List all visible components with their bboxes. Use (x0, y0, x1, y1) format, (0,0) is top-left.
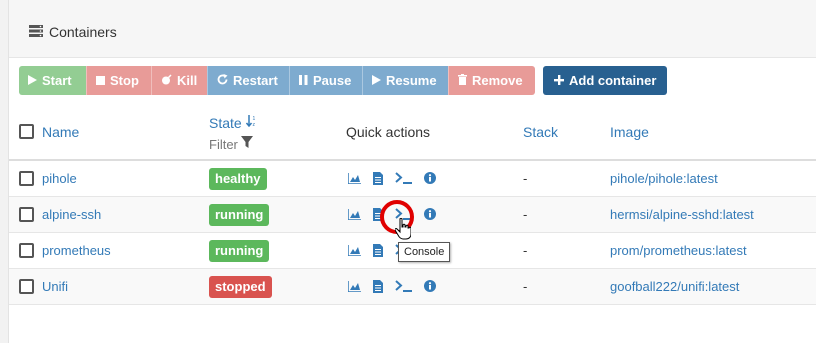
action-toolbar: Start Stop Kill Restart Pause Resume Rem… (19, 66, 668, 95)
select-all-checkbox[interactable] (19, 124, 34, 139)
plus-icon (554, 73, 564, 88)
stats-icon[interactable] (347, 171, 361, 185)
logs-icon[interactable] (371, 243, 385, 257)
console-icon[interactable] (395, 279, 413, 293)
bomb-icon (161, 73, 172, 88)
status-badge: running (209, 204, 270, 226)
pause-button-label: Pause (313, 73, 352, 88)
table-header-row: Name State 1z Filter Quick actions Stack… (9, 105, 816, 161)
trash-icon (458, 73, 467, 88)
quick-actions (347, 171, 447, 185)
panel-title-text: Containers (49, 24, 117, 40)
image-link[interactable]: pihole/pihole:latest (610, 171, 718, 186)
logs-icon[interactable] (371, 207, 385, 221)
table-row: alpine-ssh running - hermsi/alpine-sshd:… (9, 197, 816, 233)
container-name-link[interactable]: alpine-ssh (42, 207, 101, 222)
column-header-image[interactable]: Image (610, 124, 649, 140)
image-link[interactable]: hermsi/alpine-sshd:latest (610, 207, 754, 222)
start-button-label: Start (42, 73, 72, 88)
inspect-icon[interactable] (423, 171, 437, 185)
hand-cursor-icon (394, 217, 412, 245)
stop-icon (96, 73, 105, 88)
logs-icon[interactable] (371, 279, 385, 293)
panel-header: Containers (9, 0, 816, 58)
server-icon (29, 24, 43, 40)
column-header-state-label: State (209, 115, 242, 131)
column-header-quick-actions: Quick actions (346, 124, 431, 140)
resume-button[interactable]: Resume (362, 66, 448, 95)
inspect-icon[interactable] (423, 207, 437, 221)
filter-icon (240, 135, 253, 153)
console-tooltip: Console (398, 242, 451, 262)
row-checkbox[interactable] (19, 243, 34, 258)
status-badge: healthy (209, 168, 267, 190)
container-name-link[interactable]: prometheus (42, 243, 111, 258)
restart-button-label: Restart (233, 73, 278, 88)
resume-button-label: Resume (386, 73, 437, 88)
row-checkbox[interactable] (19, 279, 34, 294)
column-header-stack[interactable]: Stack (523, 124, 558, 140)
stop-button-label: Stop (110, 73, 139, 88)
status-badge: running (209, 240, 270, 262)
column-header-state[interactable]: State 1z (209, 114, 258, 132)
column-header-name[interactable]: Name (42, 124, 79, 140)
play-icon (372, 73, 381, 88)
stop-button[interactable]: Stop (86, 66, 151, 95)
remove-button[interactable]: Remove (448, 66, 535, 95)
state-filter[interactable]: Filter (209, 135, 253, 153)
play-icon (28, 73, 37, 88)
row-checkbox[interactable] (19, 171, 34, 186)
stats-icon[interactable] (347, 207, 361, 221)
row-checkbox[interactable] (19, 207, 34, 222)
container-name-link[interactable]: Unifi (42, 279, 68, 294)
stack-value: - (523, 207, 528, 222)
kill-button-label: Kill (177, 73, 198, 88)
remove-button-label: Remove (472, 73, 523, 88)
table-row: pihole healthy - pihole/pihole:latest (9, 161, 816, 197)
stats-icon[interactable] (347, 279, 361, 293)
table-row: Unifi stopped - goofball222/unifi:latest (9, 269, 816, 305)
container-name-link[interactable]: pihole (42, 171, 77, 186)
pause-icon (299, 73, 308, 88)
stack-value: - (523, 279, 528, 294)
stack-value: - (523, 243, 528, 258)
svg-text:z: z (252, 122, 255, 127)
image-link[interactable]: prom/prometheus:latest (610, 243, 747, 258)
panel-title: Containers (29, 24, 117, 40)
state-filter-label: Filter (209, 136, 238, 152)
stack-value: - (523, 171, 528, 186)
quick-actions (347, 279, 447, 293)
add-container-button[interactable]: Add container (543, 66, 668, 95)
status-badge: stopped (209, 276, 272, 298)
image-link[interactable]: goofball222/unifi:latest (610, 279, 739, 294)
kill-button[interactable]: Kill (151, 66, 207, 95)
refresh-icon (217, 73, 228, 88)
stats-icon[interactable] (347, 243, 361, 257)
sort-icon: 1z (245, 114, 258, 132)
logs-icon[interactable] (371, 171, 385, 185)
add-container-button-label: Add container (569, 73, 657, 88)
pause-button[interactable]: Pause (289, 66, 362, 95)
console-icon[interactable] (395, 171, 413, 185)
inspect-icon[interactable] (423, 279, 437, 293)
start-button[interactable]: Start (19, 66, 86, 95)
containers-panel: Containers Start Stop Kill Restart Pause… (8, 0, 816, 343)
restart-button[interactable]: Restart (207, 66, 289, 95)
